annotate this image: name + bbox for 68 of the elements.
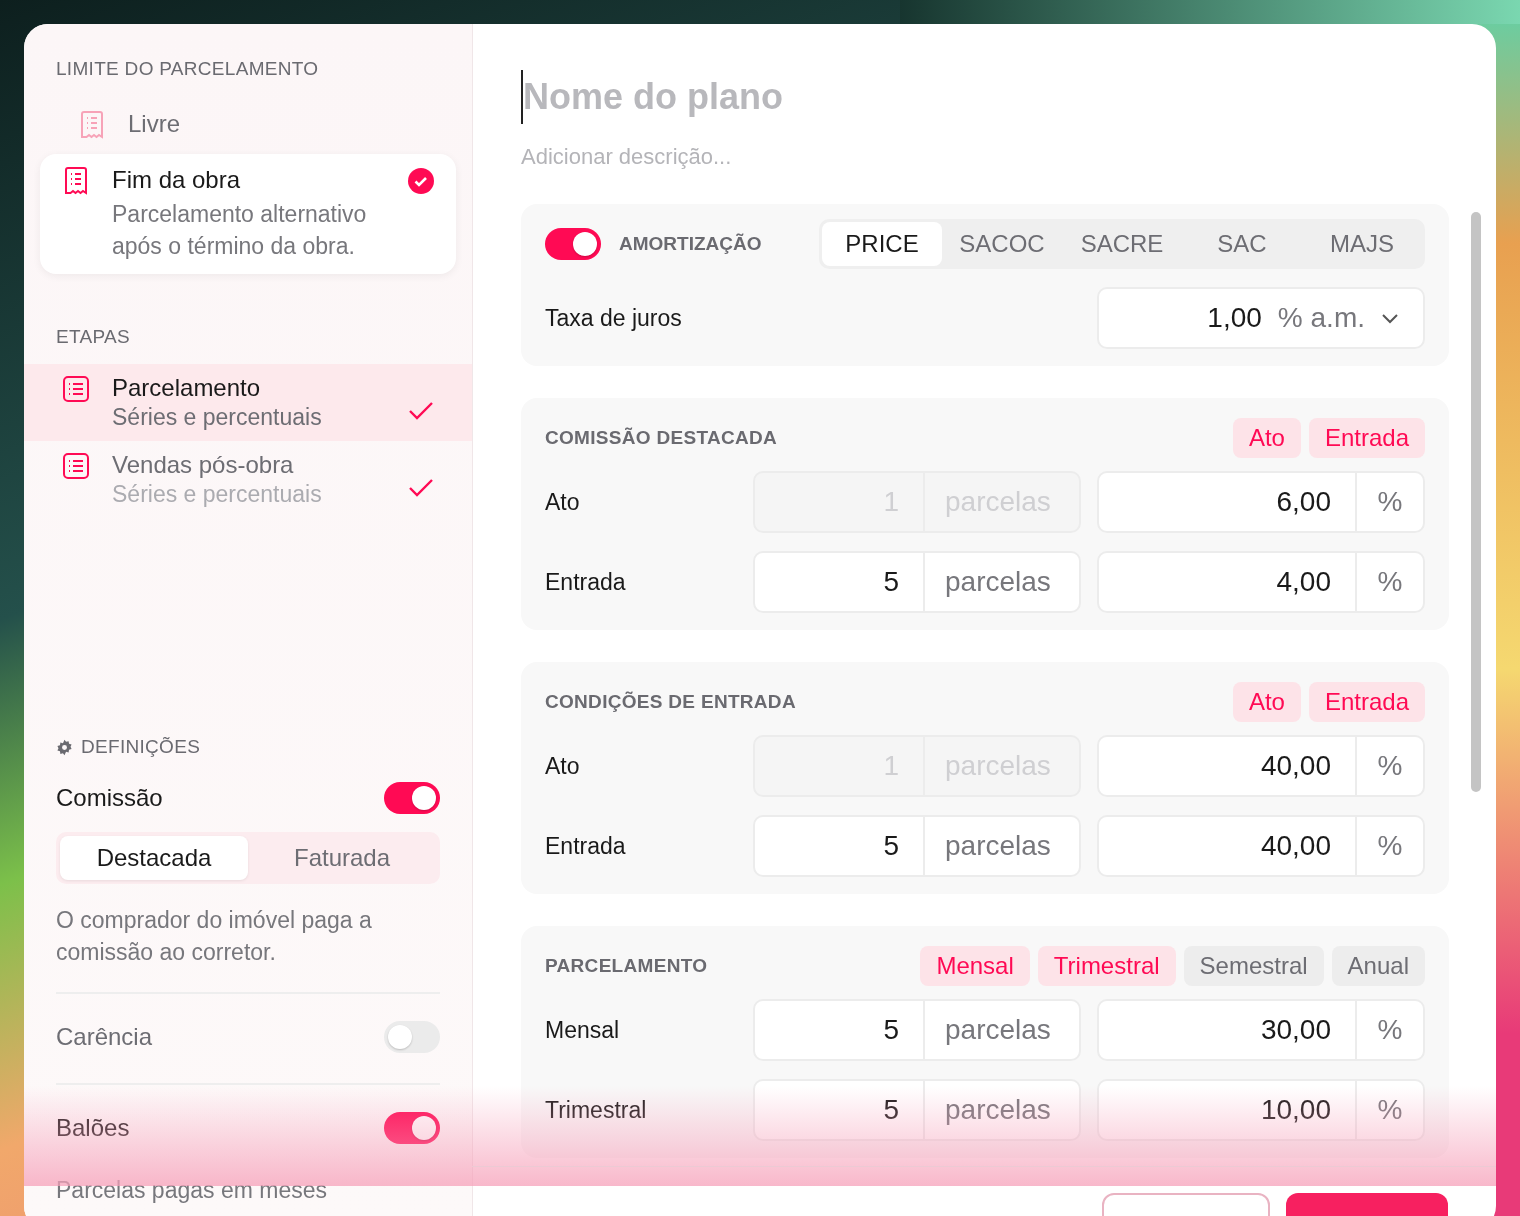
step-subtitle: Séries e percentuais <box>112 404 323 431</box>
system-tab[interactable]: MAJS <box>1302 222 1422 266</box>
chevron-down-icon <box>1381 312 1399 324</box>
percent-field[interactable]: 40,00 % <box>1097 815 1425 877</box>
section-title: CONDIÇÕES DE ENTRADA <box>545 691 796 713</box>
installments-field[interactable]: 5 parcelas <box>753 551 1081 613</box>
step-subtitle: Séries e percentuais <box>112 481 323 508</box>
system-tab[interactable]: SACOC <box>942 222 1062 266</box>
section-title: COMISSÃO DESTACADA <box>545 427 777 449</box>
toggle-switch[interactable] <box>384 782 440 814</box>
option-description: Parcelamento alternativo após o término da obra. <box>112 200 368 261</box>
section-title: PARCELAMENTO <box>545 955 708 977</box>
setting-label: Comissão <box>56 784 163 812</box>
receipt-icon <box>62 166 90 196</box>
setting-label: Balões <box>56 1114 130 1142</box>
section-heading: ETAPAS <box>55 326 131 348</box>
toggle-switch[interactable] <box>545 228 601 260</box>
filter-chip[interactable]: Entrada <box>1308 418 1425 458</box>
filter-chip[interactable]: Trimestral <box>1037 946 1176 986</box>
option-title: Livre <box>128 110 182 138</box>
toggle-switch[interactable] <box>384 1021 440 1053</box>
option-title: Fim da obra <box>112 166 242 194</box>
installments-field[interactable]: 5 parcelas <box>753 815 1081 877</box>
description-input[interactable]: Adicionar descrição... <box>521 144 1121 170</box>
row-label: Ato <box>545 752 581 780</box>
section-heading: LIMITE DO PARCELAMENTO <box>55 58 320 80</box>
filter-chip[interactable]: Ato <box>1232 418 1301 458</box>
gear-icon <box>56 738 73 756</box>
row-label: Entrada <box>545 832 627 860</box>
system-tab[interactable]: PRICE <box>822 222 942 266</box>
filter-chip[interactable]: Entrada <box>1308 682 1425 722</box>
filter-chip[interactable]: Semestral <box>1183 946 1324 986</box>
plan-name-input[interactable]: Nome do plano <box>521 70 1123 124</box>
limit-option[interactable]: Livre <box>40 96 456 154</box>
amortization-label: AMORTIZAÇÃO <box>619 233 762 255</box>
receipt-icon <box>78 110 106 140</box>
system-tab[interactable]: SAC <box>1182 222 1302 266</box>
filter-chip[interactable]: Mensal <box>920 946 1030 986</box>
row-label: Ato <box>545 488 581 516</box>
section-heading: DEFINIÇÕES <box>81 736 201 758</box>
step-item[interactable]: Vendas pós-obra Séries e percentuais <box>24 441 472 518</box>
toggle-switch[interactable] <box>384 1112 440 1144</box>
installments-field[interactable]: 5 parcelas <box>753 1079 1081 1141</box>
setting-label: Carência <box>56 1023 153 1051</box>
rate-dropdown[interactable]: 1,00 % a.m. <box>1097 287 1425 349</box>
row-label: Trimestral <box>545 1096 648 1124</box>
percent-field[interactable]: 10,00 % <box>1097 1079 1425 1141</box>
check-circle-icon <box>408 168 434 194</box>
list-icon <box>62 451 90 481</box>
filter-chip[interactable]: Ato <box>1232 682 1301 722</box>
limit-option[interactable]: Fim da obra Parcelamento alternativo após o término da obra. <box>40 154 456 274</box>
list-icon <box>62 374 90 404</box>
installments-field[interactable]: 5 parcelas <box>753 999 1081 1061</box>
step-title: Vendas pós-obra <box>112 451 295 479</box>
step-title: Parcelamento <box>112 374 262 402</box>
segment-option[interactable]: Faturada <box>248 836 436 880</box>
percent-field[interactable]: 30,00 % <box>1097 999 1425 1061</box>
row-label: Entrada <box>545 568 627 596</box>
segment-option[interactable]: Destacada <box>60 836 248 880</box>
setting-description: Parcelas pagas em meses <box>56 1176 328 1205</box>
step-item[interactable]: Parcelamento Séries e percentuais <box>24 364 472 441</box>
row-label: Taxa de juros <box>545 304 683 332</box>
scrollbar[interactable] <box>1471 212 1481 792</box>
system-tab[interactable]: SACRE <box>1062 222 1182 266</box>
row-label: Mensal <box>545 1016 621 1044</box>
setting-description: O comprador do imóvel paga a comissão ao corretor. <box>56 906 373 967</box>
percent-field[interactable]: 4,00 % <box>1097 551 1425 613</box>
filter-chip[interactable]: Anual <box>1331 946 1425 986</box>
